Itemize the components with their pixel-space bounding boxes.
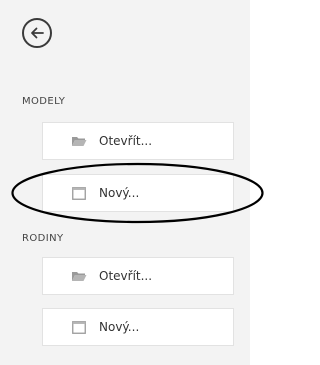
models-new-button[interactable]: Nový... xyxy=(42,174,234,212)
families-open-button[interactable]: Otevřít... xyxy=(42,257,234,295)
models-new-label: Nový... xyxy=(99,186,140,200)
models-open-label: Otevřít... xyxy=(99,134,153,148)
back-button[interactable] xyxy=(22,18,52,48)
arrow-left-icon xyxy=(31,27,44,39)
section-title-rodiny: RODINY xyxy=(22,233,64,244)
families-new-button[interactable]: Nový... xyxy=(42,308,234,346)
models-open-button[interactable]: Otevřít... xyxy=(42,122,234,160)
section-title-modely: MODELY xyxy=(22,96,66,107)
new-file-icon xyxy=(71,186,87,200)
new-file-icon xyxy=(71,320,87,334)
folder-open-icon xyxy=(71,269,87,283)
families-new-label: Nový... xyxy=(99,320,140,334)
families-open-label: Otevřít... xyxy=(99,269,153,283)
start-panel: MODELY Otevřít... Nový... RODINY Otevřít… xyxy=(0,0,250,365)
folder-open-icon xyxy=(71,134,87,148)
